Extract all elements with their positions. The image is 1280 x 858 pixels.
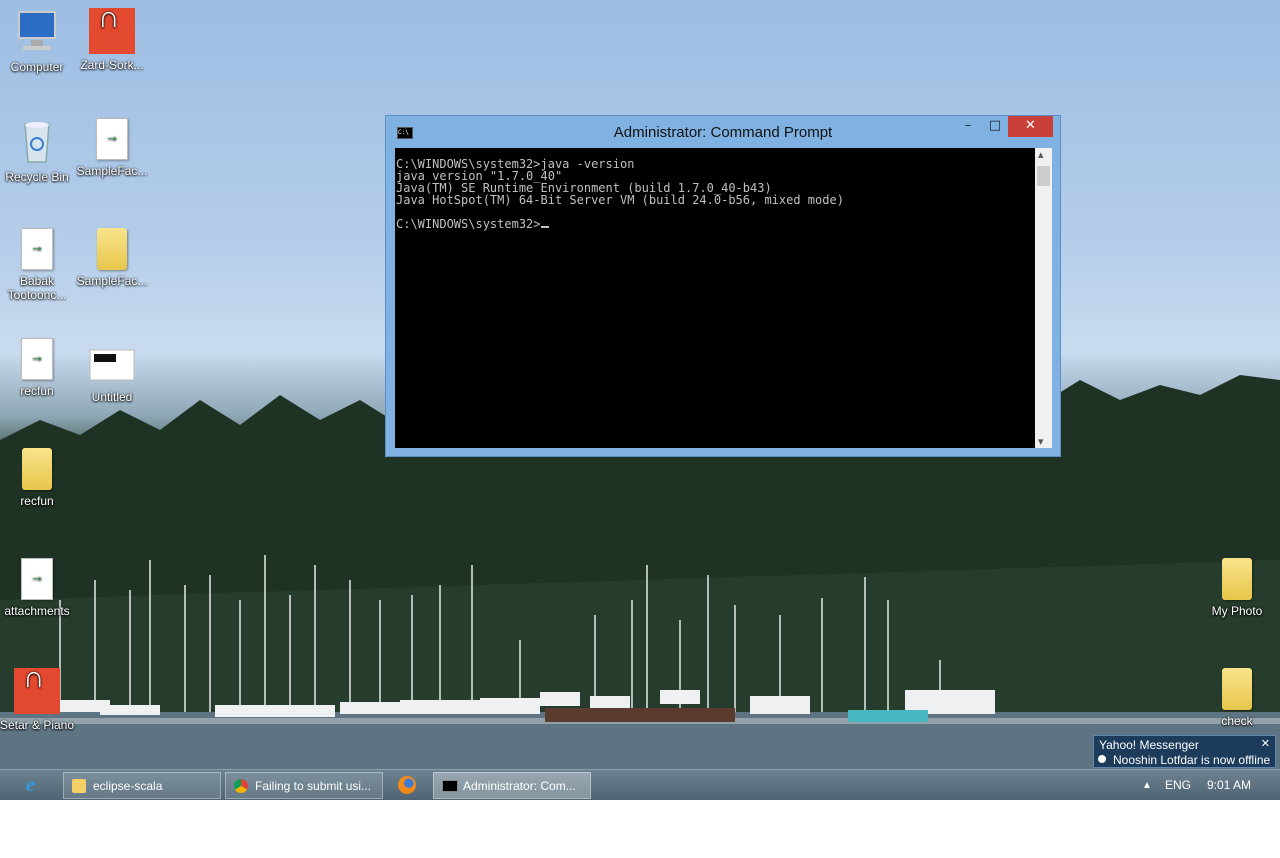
folder-icon [1222,668,1252,710]
folder-icon [72,779,86,793]
vertical-scrollbar[interactable]: ▴ ▾ [1035,148,1052,448]
firefox-icon[interactable] [398,776,416,794]
desktop-icon-untitled[interactable]: Untitled [72,338,152,404]
desktop-icon-recycle-bin[interactable]: Recycle Bin [0,118,77,184]
taskbar-button-label: eclipse-scala [93,779,163,793]
desktop-icon-label: attachments [4,604,70,618]
desktop-icon-recfun-folder[interactable]: recfun [0,448,77,508]
notification-app-name: Yahoo! Messenger [1099,738,1199,752]
cmd-icon [442,780,458,792]
headphones-icon [89,8,135,54]
console-line: Java HotSpot(TM) 64-Bit Server VM (build… [396,193,844,207]
internet-explorer-icon[interactable]: e [26,774,50,796]
folder-icon [97,228,127,270]
desktop-icon-label: SampleFac... [76,164,148,178]
document-icon [96,118,128,160]
command-prompt-window[interactable]: C:\ Administrator: Command Prompt – □ ✕ … [385,115,1061,457]
desktop-icon-label: recfun [20,494,54,508]
desktop-icon-samplefac-file[interactable]: SampleFac... [72,118,152,178]
status-dot-icon [1098,755,1106,763]
desktop-icon-label: Zard-Sork... [80,58,144,72]
console-prompt: C:\WINDOWS\system32> [396,217,541,231]
minimize-button[interactable]: – [954,116,982,137]
chrome-icon [234,779,248,793]
scroll-up-arrow[interactable]: ▴ [1038,148,1044,161]
scrollbar-thumb[interactable] [1037,166,1050,186]
document-icon [21,338,53,380]
desktop-icon-label: SampleFac... [76,274,148,288]
taskbar-button-chrome[interactable]: Failing to submit usi... [225,772,383,799]
taskbar-button-label: Failing to submit usi... [255,779,372,793]
desktop-icon-label: My Photo [1211,604,1263,618]
desktop-icon-zard-sork[interactable]: Zard-Sork... [72,8,152,72]
desktop-icon-label: Setar & Piano [0,718,75,732]
desktop-icon-recfun-file[interactable]: recfun [0,338,77,398]
document-icon [21,228,53,270]
desktop-icon-setar-piano[interactable]: Setar & Piano [0,668,77,732]
taskbar-button-command-prompt[interactable]: Administrator: Com... [433,772,591,799]
close-icon[interactable]: ✕ [1261,737,1270,750]
desktop-icon-label: Untitled [91,390,133,404]
headphones-icon [14,668,60,714]
image-file-icon [88,338,136,386]
desktop-icon-samplefac-folder[interactable]: SampleFac... [72,228,152,288]
recycle-bin-icon [13,118,61,166]
notification-message: Nooshin Lotfdar is now offline [1113,753,1271,767]
desktop-icon-computer[interactable]: Computer [0,8,77,74]
maximize-button[interactable]: □ [982,116,1008,137]
console-prompt-line: C:\WINDOWS\system32> [396,218,1035,230]
close-button[interactable]: ✕ [1008,116,1053,137]
window-titlebar[interactable]: C:\ Administrator: Command Prompt – □ ✕ [386,116,1060,148]
folder-icon [22,448,52,490]
desktop-icon-my-photo[interactable]: My Photo [1197,558,1277,618]
yahoo-notification[interactable]: Yahoo! Messenger ✕ Nooshin Lotfdar is no… [1093,735,1276,768]
desktop: Computer Zard-Sork... Recycle Bin Sample… [0,0,1280,800]
desktop-icon-label: Recycle Bin [5,170,69,184]
desktop-icon-attachments[interactable]: attachments [0,558,77,618]
taskbar-button-eclipse-scala[interactable]: eclipse-scala [63,772,221,799]
language-indicator[interactable]: ENG [1165,770,1191,800]
console-output[interactable]: C:\WINDOWS\system32>java -version java ve… [395,148,1035,448]
taskbar-button-label: Administrator: Com... [463,779,576,793]
scroll-down-arrow[interactable]: ▾ [1038,435,1044,448]
desktop-icon-label: Babak Tootoonc... [7,274,67,302]
show-hidden-icons-arrow[interactable]: ▲ [1142,770,1152,800]
desktop-icon-babak[interactable]: Babak Tootoonc... [0,228,77,302]
folder-icon [1222,558,1252,600]
computer-icon [13,8,61,56]
text-cursor [540,226,549,228]
taskbar: e eclipse-scala Failing to submit usi...… [0,769,1280,800]
desktop-icon-label: check [1221,714,1253,728]
desktop-icon-label: recfun [20,384,54,398]
desktop-icon-label: Computer [10,60,64,74]
document-icon [21,558,53,600]
clock[interactable]: 9:01 AM [1207,770,1251,800]
desktop-icon-check[interactable]: check [1197,668,1277,728]
